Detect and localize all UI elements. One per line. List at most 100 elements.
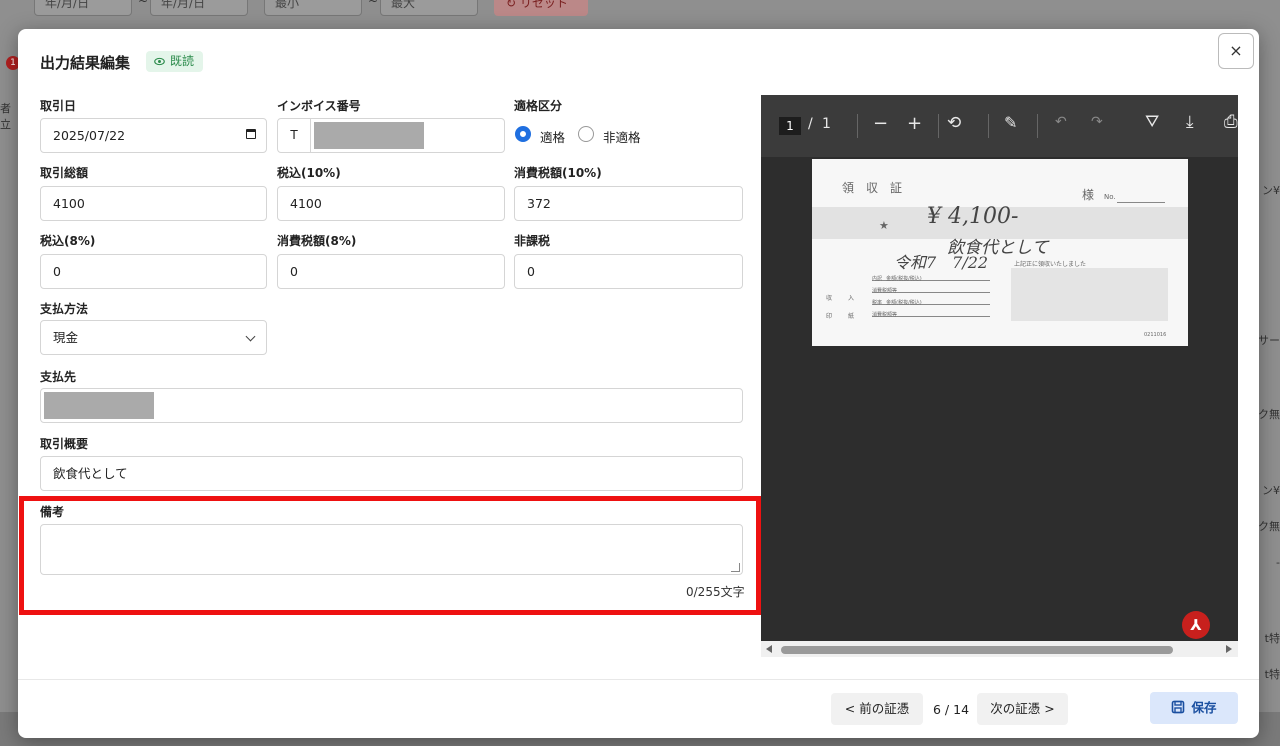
pdf-horizontal-scrollbar[interactable] <box>761 641 1238 657</box>
next-evidence-button[interactable]: 次の証憑 > <box>977 693 1068 725</box>
pdf-toolbar: 1 / 1 − + ⟲ ✎ ↶ ↷ ⛛ ⤓ ⎙ <box>761 95 1238 157</box>
bg-reset-label: リセット <box>519 0 568 10</box>
total-amount-input[interactable]: 4100 <box>40 186 267 221</box>
prev-evidence-button[interactable]: < 前の証憑 <box>831 693 923 725</box>
transaction-date-input[interactable]: 2025/07/22 <box>40 118 267 153</box>
status-badge: 既読 <box>146 51 204 72</box>
radio-eligible[interactable] <box>515 126 531 142</box>
redo-icon[interactable]: ↷ <box>1091 114 1103 130</box>
payee-label: 支払先 <box>40 370 77 384</box>
bg-min: 最小 <box>264 0 362 16</box>
receipt-no: No. <box>1104 193 1116 201</box>
zoom-out-icon[interactable]: − <box>873 113 888 134</box>
pdf-page-sep: / <box>808 116 813 132</box>
eligibility-label: 適格区分 <box>514 99 563 113</box>
tax-included-10-input[interactable]: 4100 <box>277 186 505 221</box>
bg-right-fragment: ン¥ <box>1262 184 1280 197</box>
tax-included-8-input[interactable]: 0 <box>40 254 267 289</box>
payment-method-label: 支払方法 <box>40 302 89 316</box>
receipt-amount: ¥ 4,100- <box>927 204 1019 229</box>
bg-right-fragment: ク無 <box>1258 520 1280 533</box>
summary-label: 取引概要 <box>40 437 89 451</box>
bg-right-fragment: ク無 <box>1258 408 1280 421</box>
undo-icon[interactable]: ↶ <box>1055 114 1067 130</box>
receipt-title: 領 収 証 <box>842 181 903 195</box>
save-icon <box>1172 700 1185 714</box>
pdf-viewer: 1 / 1 − + ⟲ ✎ ↶ ↷ ⛛ ⤓ ⎙ 領 収 証 様 No. ★ ¥ … <box>761 95 1238 641</box>
stamp-label: 紙 <box>848 313 855 320</box>
bg-right-fragment: - <box>1276 556 1280 569</box>
receipt-page: 領 収 証 様 No. ★ ¥ 4,100- 飲食代として 令和7 7/22 上… <box>812 159 1188 346</box>
receipt-received-text: 上記正に領収いたしました <box>1014 261 1087 268</box>
eye-icon <box>154 57 165 66</box>
print-icon[interactable]: ⎙ <box>1224 112 1238 132</box>
payment-method-select[interactable]: 現金 <box>40 320 267 355</box>
payee-input[interactable] <box>40 388 743 423</box>
download-icon[interactable]: ⤓ <box>1186 112 1194 132</box>
background-toolbar: 年/月/日 ~ 年/月/日 最小 ~ 最大 ↻ リセット <box>0 0 1280 30</box>
evidence-pager: 6 / 14 <box>933 702 970 717</box>
total-amount-label: 取引総額 <box>40 166 89 180</box>
zoom-in-icon[interactable]: + <box>907 113 922 134</box>
modal-title: 出力結果編集 <box>40 54 131 72</box>
tax-amount-8-input[interactable]: 0 <box>277 254 505 289</box>
tax-amount-10-input[interactable]: 372 <box>514 186 743 221</box>
payment-method-value: 現金 <box>53 330 79 345</box>
radio-ineligible[interactable] <box>578 126 594 142</box>
receipt-star: ★ <box>879 219 889 232</box>
tax-amount-8-label: 消費税額(8%) <box>277 234 357 248</box>
transaction-date-value: 2025/07/22 <box>53 128 126 143</box>
adobe-pdf-icon: ⅄ <box>1182 611 1210 639</box>
save-button[interactable]: 保存 <box>1150 692 1238 724</box>
pdf-page-total: 1 <box>822 116 831 132</box>
bg-reset-button: ↻ リセット <box>494 0 588 16</box>
pdf-page-input[interactable]: 1 <box>779 117 801 135</box>
receipt-code: 0211016 <box>1144 332 1167 338</box>
bg-left-column: 者立 <box>0 30 20 746</box>
transaction-date-label: 取引日 <box>40 99 77 113</box>
receipt-addressee: 様 <box>1082 188 1095 202</box>
draw-icon[interactable]: ✎ <box>1004 113 1017 132</box>
bg-right-fragment: t特 <box>1264 632 1280 645</box>
bg-left-header: 者立 <box>0 102 11 131</box>
bg-date-from: 年/月/日 <box>34 0 132 16</box>
bg-range-sep: ~ <box>138 0 149 8</box>
stamp-label: 入 <box>848 295 855 302</box>
scroll-right-icon[interactable] <box>1226 645 1232 653</box>
stamp-label: 収 <box>826 295 833 302</box>
non-taxable-label: 非課税 <box>514 234 551 248</box>
redacted-payee <box>44 392 154 419</box>
stamp-label: 印 <box>826 313 833 320</box>
bg-right-column: ン¥ -サー ク無 ン¥ ク無 - t特 t特 <box>1254 30 1280 746</box>
close-icon: × <box>1229 41 1243 60</box>
redacted-issuer <box>1011 268 1168 321</box>
summary-input[interactable]: 飲食代として <box>40 456 743 491</box>
chevron-down-icon <box>245 331 256 342</box>
edit-result-modal: 出力結果編集 既読 × 取引日 2025/07/22 インボイス番号 T 適格区… <box>18 29 1259 738</box>
close-button[interactable]: × <box>1218 33 1254 69</box>
bg-date-to: 年/月/日 <box>150 0 248 16</box>
bg-right-fragment: t特 <box>1264 668 1280 681</box>
invoice-prefix: T <box>278 119 311 152</box>
save-label: 保存 <box>1191 700 1217 715</box>
status-badge-label: 既読 <box>170 54 195 68</box>
tax-included-10-label: 税込(10%) <box>277 166 341 180</box>
bg-max: 最大 <box>380 0 478 16</box>
calendar-icon[interactable] <box>246 129 256 139</box>
radio-eligible-label[interactable]: 適格 <box>540 127 565 146</box>
invoice-number-input[interactable]: T <box>277 118 505 153</box>
tax-amount-10-label: 消費税額(10%) <box>514 166 602 180</box>
scroll-left-icon[interactable] <box>766 645 772 653</box>
invoice-number-label: インボイス番号 <box>277 99 361 113</box>
redacted-invoice-number <box>314 122 424 149</box>
receipt-item: 消費税額等 <box>872 312 898 318</box>
tax-included-8-label: 税込(8%) <box>40 234 96 248</box>
bg-right-fragment: ン¥ <box>1262 484 1280 497</box>
rotate-icon[interactable]: ⟲ <box>947 113 961 133</box>
bg-range-sep-2: ~ <box>368 0 379 8</box>
radio-ineligible-label[interactable]: 非適格 <box>603 127 641 146</box>
non-taxable-input[interactable]: 0 <box>514 254 743 289</box>
remarks-highlight-box <box>19 496 761 615</box>
add-signature-icon[interactable]: ⛛ <box>1145 112 1159 132</box>
scroll-thumb[interactable] <box>781 646 1173 654</box>
